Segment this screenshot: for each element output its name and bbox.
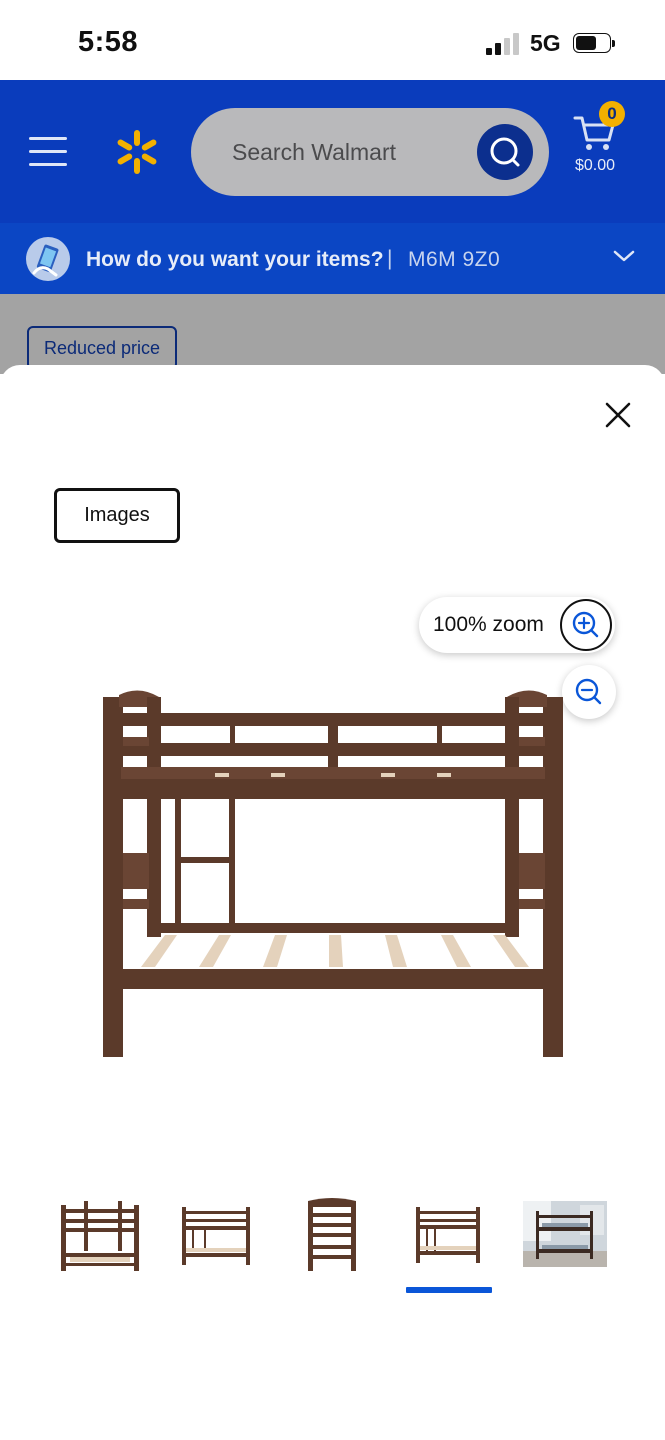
selected-thumbnail-indicator — [406, 1287, 492, 1293]
search-placeholder: Search Walmart — [232, 139, 397, 165]
battery-icon — [573, 33, 615, 55]
thumbnail-strip — [0, 1195, 665, 1295]
images-tab[interactable]: Images — [54, 488, 180, 543]
status-bar: 5:58 5G — [0, 0, 665, 80]
zoom-control: 100% zoom — [419, 597, 615, 653]
menu-icon[interactable] — [29, 137, 67, 167]
status-time: 5:58 — [78, 26, 139, 58]
chevron-down-icon — [613, 250, 635, 262]
page-overlay: Reduced price — [0, 294, 665, 374]
thumbnail-side-view[interactable] — [288, 1195, 376, 1275]
zoom-level: 100% zoom — [433, 613, 544, 636]
search-button[interactable] — [477, 124, 533, 180]
zoom-in-button[interactable] — [560, 599, 612, 651]
thumbnail-front-view-2[interactable] — [404, 1195, 492, 1275]
zoom-in-icon — [572, 611, 599, 638]
delivery-separator: | — [387, 247, 393, 270]
delivery-phone-icon — [26, 237, 70, 281]
reduced-price-badge: Reduced price — [27, 326, 177, 370]
delivery-question: How do you want your items? — [86, 248, 384, 271]
image-viewer-sheet: Images 100% zoom — [0, 365, 665, 1440]
cart-total: $0.00 — [575, 157, 616, 174]
thumbnail-front-view[interactable] — [172, 1195, 260, 1275]
postal-code: M6M 9Z0 — [408, 248, 501, 271]
search-icon — [490, 137, 520, 167]
cart-count-badge: 0 — [599, 101, 625, 127]
thumbnail-room-view[interactable] — [520, 1195, 608, 1275]
network-type: 5G — [530, 30, 561, 56]
search-input[interactable]: Search Walmart — [191, 108, 549, 196]
signal-strength-icon — [486, 33, 520, 55]
product-image-bunk-bed[interactable] — [95, 685, 575, 1065]
thumbnail-angled-view[interactable] — [56, 1195, 144, 1275]
walmart-spark-logo[interactable] — [113, 128, 161, 176]
delivery-selector[interactable]: How do you want your items? | M6M 9Z0 — [0, 223, 665, 294]
close-icon[interactable] — [598, 395, 638, 435]
cart-button[interactable]: 0 $0.00 — [568, 101, 632, 182]
app-header: Search Walmart 0 $0.00 — [0, 80, 665, 223]
